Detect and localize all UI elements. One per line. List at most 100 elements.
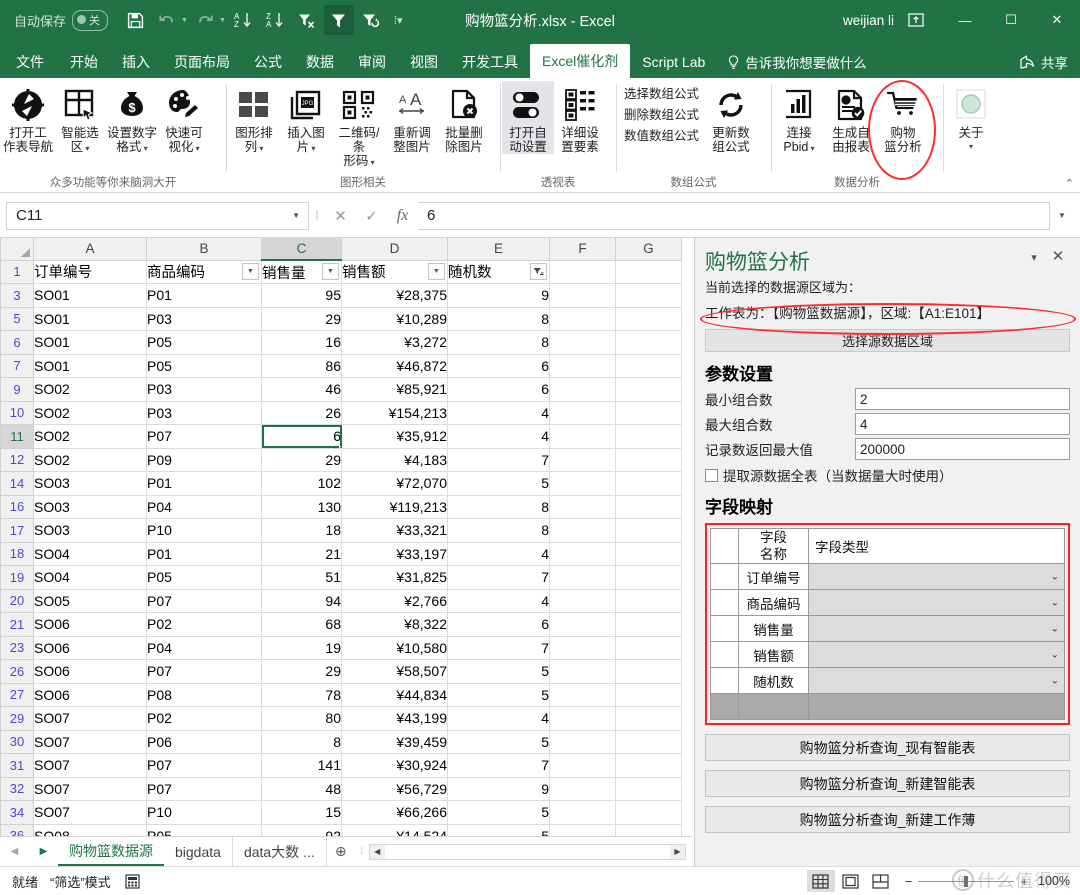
cell-G26[interactable] xyxy=(616,660,682,684)
cell-F7[interactable] xyxy=(550,354,616,378)
zoom-out-button[interactable]: − xyxy=(905,874,913,889)
fm-field-type-select-1[interactable]: ⌄ xyxy=(809,590,1065,616)
row-header-3[interactable]: 3 xyxy=(1,284,34,308)
cell-D20[interactable]: ¥2,766 xyxy=(342,589,448,613)
cell-B9[interactable]: P03 xyxy=(147,378,262,402)
detail-settings-button[interactable]: 详细设 置要素 xyxy=(554,81,606,154)
column-header-E[interactable]: E xyxy=(448,238,550,260)
cell-E29[interactable]: 4 xyxy=(448,707,550,731)
header-cell-E1[interactable]: 随机数 xyxy=(448,260,550,284)
sheet-tab-bigdata[interactable]: bigdata xyxy=(164,837,233,866)
cell-C11[interactable]: 6 xyxy=(262,425,342,449)
extract-full-table-checkbox[interactable] xyxy=(705,469,718,482)
delete-array-formula-item[interactable]: 删除数组公式 xyxy=(624,106,699,125)
cell-C21[interactable]: 68 xyxy=(262,613,342,637)
page-break-view-icon[interactable] xyxy=(867,870,895,892)
cell-B18[interactable]: P01 xyxy=(147,542,262,566)
cell-B26[interactable]: P07 xyxy=(147,660,262,684)
market-basket-analysis-button[interactable]: 购物 篮分析 xyxy=(877,81,929,154)
cell-C18[interactable]: 21 xyxy=(262,542,342,566)
filter-dropdown-D[interactable]: ▼ xyxy=(428,263,445,280)
cell-D34[interactable]: ¥66,266 xyxy=(342,801,448,825)
undo-dropdown-icon[interactable]: ▼ xyxy=(181,17,188,24)
header-cell-C1[interactable]: 销售量▼ xyxy=(262,260,342,284)
cell-D21[interactable]: ¥8,322 xyxy=(342,613,448,637)
cell-A17[interactable]: SO03 xyxy=(34,519,147,543)
column-header-C[interactable]: C xyxy=(262,238,342,260)
cell-E32[interactable]: 9 xyxy=(448,777,550,801)
cancel-icon[interactable]: ✕ xyxy=(325,202,356,230)
cell-D3[interactable]: ¥28,375 xyxy=(342,284,448,308)
cell-D14[interactable]: ¥72,070 xyxy=(342,472,448,496)
column-header-G[interactable]: G xyxy=(616,238,682,260)
query-new-table-button[interactable]: 购物篮分析查询_新建智能表 xyxy=(705,770,1070,797)
cell-B6[interactable]: P05 xyxy=(147,331,262,355)
row-header-26[interactable]: 26 xyxy=(1,660,34,684)
about-dropdown-icon[interactable]: ▾ xyxy=(969,140,973,154)
cell-B14[interactable]: P01 xyxy=(147,472,262,496)
cell-A23[interactable]: SO06 xyxy=(34,636,147,660)
cell-C32[interactable]: 48 xyxy=(262,777,342,801)
resize-image-button[interactable]: AA 重新调 整图片 xyxy=(386,81,438,154)
cell-B17[interactable]: P10 xyxy=(147,519,262,543)
save-icon[interactable] xyxy=(120,5,150,35)
cell-G16[interactable] xyxy=(616,495,682,519)
cell-G7[interactable] xyxy=(616,354,682,378)
cell-C9[interactable]: 46 xyxy=(262,378,342,402)
cell-F29[interactable] xyxy=(550,707,616,731)
cell-E12[interactable]: 7 xyxy=(448,448,550,472)
cell-E7[interactable]: 6 xyxy=(448,354,550,378)
cell-D29[interactable]: ¥43,199 xyxy=(342,707,448,731)
cell-G1[interactable] xyxy=(616,260,682,284)
cell-E26[interactable]: 5 xyxy=(448,660,550,684)
cell-D12[interactable]: ¥4,183 xyxy=(342,448,448,472)
cell-F17[interactable] xyxy=(550,519,616,543)
row-header-17[interactable]: 17 xyxy=(1,519,34,543)
tab-formulas[interactable]: 公式 xyxy=(242,46,294,78)
cell-F20[interactable] xyxy=(550,589,616,613)
row-header-30[interactable]: 30 xyxy=(1,730,34,754)
cell-D26[interactable]: ¥58,507 xyxy=(342,660,448,684)
cell-D16[interactable]: ¥119,213 xyxy=(342,495,448,519)
numeric-array-formula-item[interactable]: 数值数组公式 xyxy=(624,127,699,146)
header-cell-B1[interactable]: 商品编码▼ xyxy=(147,260,262,284)
cell-E3[interactable]: 9 xyxy=(448,284,550,308)
row-header-7[interactable]: 7 xyxy=(1,354,34,378)
row-header-12[interactable]: 12 xyxy=(1,448,34,472)
cell-A6[interactable]: SO01 xyxy=(34,331,147,355)
cell-C20[interactable]: 94 xyxy=(262,589,342,613)
column-header-D[interactable]: D xyxy=(342,238,448,260)
zoom-in-button[interactable]: + xyxy=(1020,874,1028,889)
fm-field-type-select-3[interactable]: ⌄ xyxy=(809,642,1065,668)
cell-C27[interactable]: 78 xyxy=(262,683,342,707)
cell-F32[interactable] xyxy=(550,777,616,801)
select-all-button[interactable] xyxy=(1,238,34,260)
smart-select-button[interactable]: 智能选 区 ▾ xyxy=(54,81,106,156)
row-header-16[interactable]: 16 xyxy=(1,495,34,519)
cell-C29[interactable]: 80 xyxy=(262,707,342,731)
cell-F11[interactable] xyxy=(550,425,616,449)
scroll-left-icon[interactable]: ◀ xyxy=(370,845,385,859)
cell-E30[interactable]: 5 xyxy=(448,730,550,754)
sheet-tab-data-large[interactable]: data大数 ... xyxy=(233,837,327,866)
cell-A26[interactable]: SO06 xyxy=(34,660,147,684)
next-sheet-icon[interactable]: ▶ xyxy=(40,846,48,857)
cell-F12[interactable] xyxy=(550,448,616,472)
cell-B11[interactable]: P07 xyxy=(147,425,262,449)
tab-file[interactable]: 文件 xyxy=(0,46,58,78)
cell-A10[interactable]: SO02 xyxy=(34,401,147,425)
cell-F6[interactable] xyxy=(550,331,616,355)
cell-F14[interactable] xyxy=(550,472,616,496)
cell-D27[interactable]: ¥44,834 xyxy=(342,683,448,707)
cell-G36[interactable] xyxy=(616,824,682,836)
insert-function-icon[interactable]: fx xyxy=(387,202,418,230)
tell-me-box[interactable]: 告诉我你想要做什么 xyxy=(717,46,877,78)
row-header-1[interactable]: 1 xyxy=(1,260,34,284)
close-button[interactable]: ✕ xyxy=(1034,0,1080,40)
extract-full-table-checkbox-row[interactable]: 提取源数据全表（当数据量大时使用） xyxy=(705,465,1070,485)
cell-G21[interactable] xyxy=(616,613,682,637)
qrcode-button[interactable]: 二维码/条 形码 ▾ xyxy=(332,81,386,170)
insert-image-button[interactable]: JPG 插入图 片 ▾ xyxy=(280,81,332,156)
query-new-workbook-button[interactable]: 购物篮分析查询_新建工作薄 xyxy=(705,806,1070,833)
macro-record-icon[interactable] xyxy=(125,874,140,889)
